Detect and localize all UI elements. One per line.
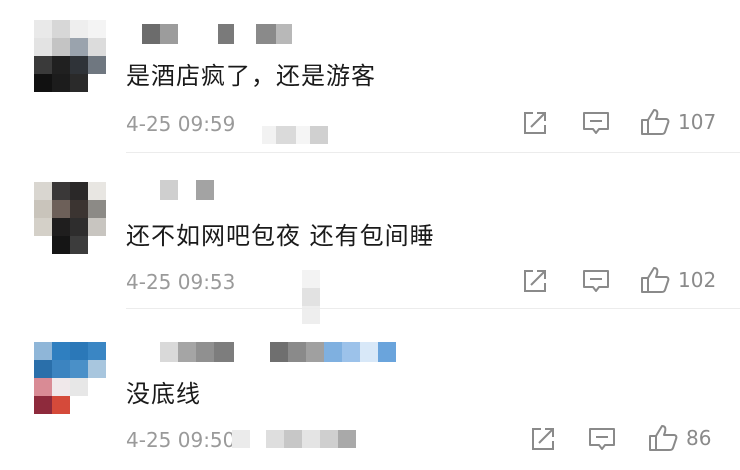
thumbs-up-icon xyxy=(649,425,678,451)
username-mosaic[interactable] xyxy=(160,342,396,362)
like-button[interactable]: 107 xyxy=(640,108,716,136)
comment-button[interactable] xyxy=(582,268,610,294)
comment-text: 还不如网吧包夜 还有包间睡 xyxy=(126,222,435,250)
repost-icon xyxy=(524,270,546,292)
avatar[interactable] xyxy=(34,342,106,414)
repost-button[interactable] xyxy=(522,110,548,136)
comment-text: 没底线 xyxy=(126,380,201,408)
repost-button[interactable] xyxy=(530,426,556,452)
like-button[interactable]: 86 xyxy=(648,424,711,452)
repost-icon xyxy=(524,112,546,134)
source-mosaic xyxy=(302,270,320,324)
username-mosaic[interactable] xyxy=(160,180,214,200)
divider xyxy=(126,308,740,309)
source-mosaic xyxy=(232,430,356,448)
comment-time: 4-25 09:53 xyxy=(126,270,236,294)
thumbs-up-icon xyxy=(641,109,670,135)
comment-icon xyxy=(583,270,609,292)
like-count: 107 xyxy=(678,110,717,134)
comment-item: 还不如网吧包夜 还有包间睡 4-25 09:53 102 xyxy=(0,160,740,324)
divider xyxy=(126,152,740,153)
comment-item: 是酒店疯了，还是游客 4-25 09:59 107 xyxy=(0,0,740,158)
source-mosaic xyxy=(262,126,328,144)
comment-button[interactable] xyxy=(582,110,610,136)
comment-time: 4-25 09:50 xyxy=(126,428,236,452)
repost-icon xyxy=(532,428,554,450)
comment-icon xyxy=(589,428,615,450)
comment-text: 是酒店疯了，还是游客 xyxy=(126,62,376,90)
comment-time: 4-25 09:59 xyxy=(126,112,236,136)
comment-item: 没底线 4-25 09:50 86 xyxy=(0,318,740,470)
repost-button[interactable] xyxy=(522,268,548,294)
comment-button[interactable] xyxy=(588,426,616,452)
thumbs-up-icon xyxy=(641,267,670,293)
like-button[interactable]: 102 xyxy=(640,266,716,294)
avatar[interactable] xyxy=(34,182,106,254)
avatar[interactable] xyxy=(34,20,106,92)
like-count: 102 xyxy=(678,268,717,292)
username-mosaic[interactable] xyxy=(142,24,292,44)
like-count: 86 xyxy=(686,426,712,450)
comment-list: 是酒店疯了，还是游客 4-25 09:59 107 还不如网吧包夜 还有包间睡 … xyxy=(0,0,740,470)
comment-icon xyxy=(583,112,609,134)
